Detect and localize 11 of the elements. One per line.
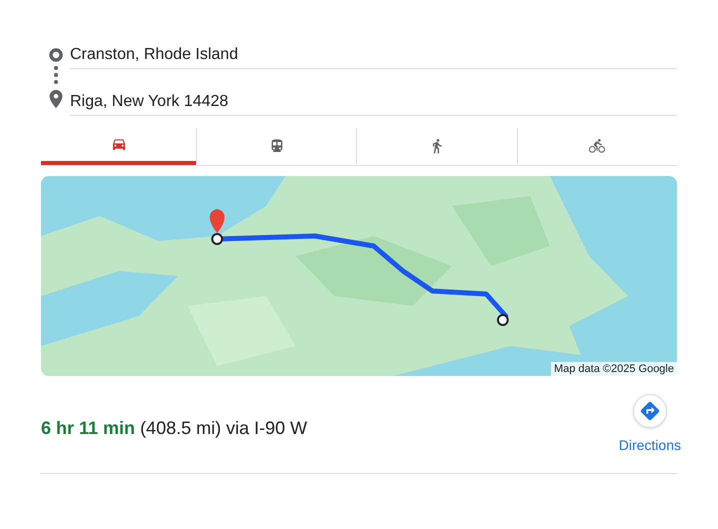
bicycle-icon [589,138,606,154]
train-icon [268,138,285,154]
destination-field[interactable]: Riga, New York 14428 [70,89,677,116]
route-duration: 6 hr 11 min [41,418,136,438]
origin-icon [48,48,62,62]
dots-icon [52,64,58,86]
route-details: (408.5 mi) via I-90 W [140,418,308,438]
origin-field[interactable]: Cranston, Rhode Island [70,42,677,69]
directions-button[interactable]: Directions [618,394,681,456]
directions-icon [632,394,667,428]
map-attribution: Map data ©2025 Google [550,362,677,376]
